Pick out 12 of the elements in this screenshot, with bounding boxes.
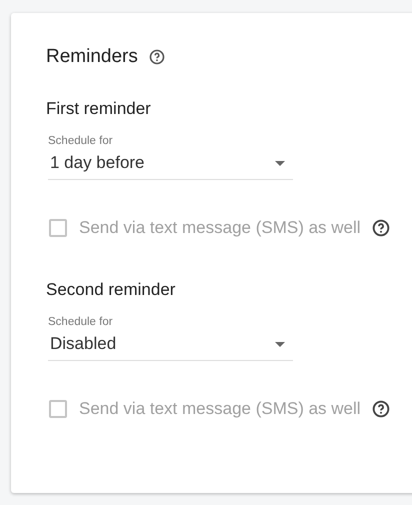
- help-icon[interactable]: [372, 400, 390, 418]
- schedule-dropdown[interactable]: Schedule for Disabled: [48, 316, 293, 361]
- reminder-title: Second reminder: [46, 280, 176, 300]
- caret-icon: [275, 342, 285, 346]
- schedule-dropdown[interactable]: Schedule for 1 day before: [48, 135, 293, 180]
- sms-label: Send via text message (SMS) as well: [79, 218, 361, 238]
- help-icon[interactable]: [148, 49, 165, 65]
- sms-label: Send via text message (SMS) as well: [79, 399, 361, 419]
- caret-icon: [275, 160, 285, 166]
- section-title: Reminders: [46, 46, 138, 68]
- reminder-title: First reminder: [46, 99, 152, 119]
- help-icon[interactable]: [372, 219, 390, 237]
